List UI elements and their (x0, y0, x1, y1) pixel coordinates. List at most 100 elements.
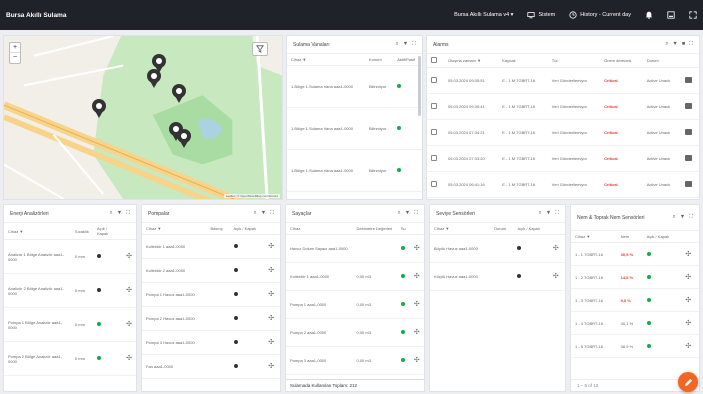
map-marker[interactable] (172, 84, 186, 103)
table-row[interactable]: 05.03.2024 06:41:16 E - 1 M 7GBRT-16 Veri … (427, 171, 699, 198)
column-header[interactable]: Kaynak (498, 54, 548, 68)
column-header[interactable]: Oluşma zamanı ▼ (443, 54, 499, 68)
edit-fab[interactable] (678, 372, 698, 392)
table-row[interactable]: Pompa 1 Bölge Analizör aaa1-0000 0 mm ✣ (4, 307, 136, 342)
column-header[interactable]: Açık / Kapalı (229, 223, 265, 235)
settings-icon[interactable]: ✣ (681, 288, 699, 312)
settings-icon[interactable]: ✣ (681, 334, 699, 358)
settings-icon[interactable]: ✣ (548, 234, 565, 263)
column-header[interactable]: Durum (490, 223, 514, 235)
settings-icon[interactable]: ✣ (681, 311, 699, 335)
fullscreen-icon[interactable]: ⛶ (555, 210, 559, 217)
filter-icon[interactable]: ▼ (672, 41, 677, 48)
table-row[interactable]: Pompa 2 Havuz aaa1-0000 ✣ (142, 306, 280, 331)
map-panel[interactable]: + − Leaflet | © OpenStreetMap contributo… (3, 35, 283, 200)
table-row[interactable]: Pompa 1 aaa1-0000 0,00 m3 ✣ (286, 290, 424, 319)
table-row[interactable]: Küçük Havuz aaa1-0000 ✣ (430, 262, 565, 291)
column-header[interactable]: Açık / Kapalı (513, 223, 549, 235)
table-row[interactable]: 1 - 1 7GBRT-16 30,5 % ✣ (571, 242, 699, 266)
comment-icon[interactable] (684, 181, 692, 187)
settings-icon[interactable]: ✣ (264, 354, 280, 379)
table-row[interactable]: Büyük Havuz aaa1-0000 ✣ (430, 234, 565, 263)
search-icon[interactable]: ⌕ (398, 210, 401, 217)
comment-icon[interactable] (684, 129, 692, 135)
edit-button[interactable]: Sistem (527, 11, 555, 19)
table-row[interactable]: 1 - 2 7GBRT-16 14,6 % ✣ (571, 265, 699, 289)
fullscreen-icon[interactable]: ⛶ (270, 210, 274, 217)
table-row[interactable]: Pompa 3 aaa1-0000 0,00 m3 ✣ (286, 346, 424, 375)
table-row[interactable]: 05.03.2024 09:35:51 E - 1 M 7GBRT-16 Veri … (427, 67, 699, 94)
filter-icon[interactable]: ▼ (680, 214, 685, 221)
column-header[interactable]: Debimetre Değerleri (352, 223, 397, 235)
row-checkbox[interactable] (431, 155, 437, 161)
column-header[interactable]: Cihaz ▼ (430, 223, 491, 235)
settings-icon[interactable]: ✣ (409, 234, 424, 263)
table-row[interactable]: Pompa 1 Havuz aaa1-0000 ✣ (142, 282, 280, 307)
history-button[interactable]: History - Current day (569, 11, 631, 19)
table-row[interactable]: 05.03.2024 09:35:41 E - 1 M 7GBRT-16 Veri … (427, 93, 699, 120)
search-icon[interactable]: ⌕ (254, 210, 257, 217)
settings-icon[interactable]: ✣ (548, 262, 565, 291)
fullscreen-icon[interactable]: ⛶ (689, 214, 693, 221)
map-marker[interactable] (147, 69, 161, 88)
search-icon[interactable]: ⌕ (673, 214, 676, 221)
settings-icon[interactable]: ✣ (681, 265, 699, 289)
row-checkbox[interactable] (431, 129, 437, 135)
settings-icon[interactable]: ✣ (122, 273, 136, 308)
column-header[interactable]: Cihaz (286, 223, 353, 235)
dashboard-edit-icon[interactable] (667, 11, 675, 19)
settings-icon[interactable]: ✣ (122, 341, 136, 376)
table-row[interactable]: 1 - 4 7GBRT-16 40,1 % ✣ (571, 311, 699, 335)
comment-icon[interactable] (684, 103, 692, 109)
search-icon[interactable]: ⌕ (539, 210, 542, 217)
fullscreen-icon[interactable]: ⛶ (412, 41, 416, 48)
column-header[interactable]: Basınç (206, 223, 230, 235)
settings-icon[interactable]: ✣ (264, 330, 280, 355)
table-row[interactable]: Analizör 1 Bölge Analizör aaa1-0000 0 mm ✣ (4, 239, 136, 274)
column-header[interactable]: Nem (616, 231, 643, 243)
filter-icon[interactable]: ▼ (403, 41, 408, 48)
map-marker[interactable] (92, 99, 106, 118)
column-header[interactable]: Konum (365, 54, 394, 66)
table-row[interactable]: Pompa 2 Bölge Analizör aaa1-0000 0 mm ✣ (4, 341, 136, 376)
table-row[interactable]: 1.Bölge 1.Sulama Vana aaa1-0000 Bilinmiyo… (287, 107, 422, 150)
column-header[interactable]: Açık / Kapalı (92, 223, 123, 240)
settings-icon[interactable]: ✣ (264, 306, 280, 331)
table-row[interactable]: 1.Bölge 1.Sulama Vana aaa1-0000 Bilinmiyo… (287, 149, 422, 192)
settings-icon[interactable]: ✣ (681, 242, 699, 266)
search-icon[interactable]: ⌕ (110, 210, 113, 217)
settings-icon[interactable]: ✣ (264, 234, 280, 259)
table-row[interactable]: 05.03.2024 07:33:20 E - 1 M 7GBRT-16 Veri … (427, 145, 699, 172)
column-header[interactable]: Cihaz ▼ (4, 223, 71, 240)
fullscreen-icon[interactable]: ⛶ (689, 41, 693, 48)
site-selector[interactable]: Bursa Akıllı Sulama v4 ▾ (454, 12, 513, 18)
fullscreen-icon[interactable]: ⛶ (126, 210, 130, 217)
settings-icon[interactable]: ✣ (122, 239, 136, 274)
column-header[interactable]: Su (396, 223, 410, 235)
filter-icon[interactable]: ▼ (546, 210, 551, 217)
column-header[interactable]: Sıcaklık (70, 223, 93, 240)
column-header[interactable]: Cihaz ▼ (287, 54, 365, 66)
settings-icon[interactable]: ✣ (264, 258, 280, 283)
table-row[interactable]: Pompa 2 aaa1-0000 0,00 m3 ✣ (286, 318, 424, 347)
column-header[interactable]: Tür (547, 54, 601, 68)
settings-icon[interactable]: ✣ (409, 346, 424, 375)
table-row[interactable]: Kollektör 2 aaa1-0000 ✣ (142, 258, 280, 283)
notification-icon[interactable] (645, 11, 653, 19)
table-row[interactable]: 05.03.2024 07:34:21 E - 1 M 7GBRT-16 Veri … (427, 119, 699, 146)
table-row[interactable]: 1 - 3 7GBRT-16 5,5 % ✣ (571, 288, 699, 312)
table-row[interactable]: Analizör 2 Bölge Analizör aaa1-0000 0 mm ✣ (4, 273, 136, 308)
settings-icon[interactable]: ✣ (122, 307, 136, 342)
settings-icon[interactable]: ✣ (409, 318, 424, 347)
column-header[interactable]: Açık / Kapalı (642, 231, 682, 243)
row-checkbox[interactable] (431, 181, 437, 187)
comment-icon[interactable] (684, 77, 692, 83)
table-row[interactable]: 1.Bölge 1.Sulama Vana aaa1-0000 Bilinmiyo… (287, 65, 422, 108)
scrollbar[interactable] (418, 56, 421, 116)
table-row[interactable]: Kollektör 1 aaa1-0000 0,00 m3 ✣ (286, 262, 424, 291)
search-icon[interactable]: ⌕ (396, 41, 399, 48)
row-checkbox[interactable] (431, 103, 437, 109)
table-row[interactable]: 1 - 5 7GBRT-16 38,9 % ✣ (571, 334, 699, 358)
fullscreen-icon[interactable] (689, 11, 697, 19)
fullscreen-icon[interactable]: ⛶ (414, 210, 418, 217)
